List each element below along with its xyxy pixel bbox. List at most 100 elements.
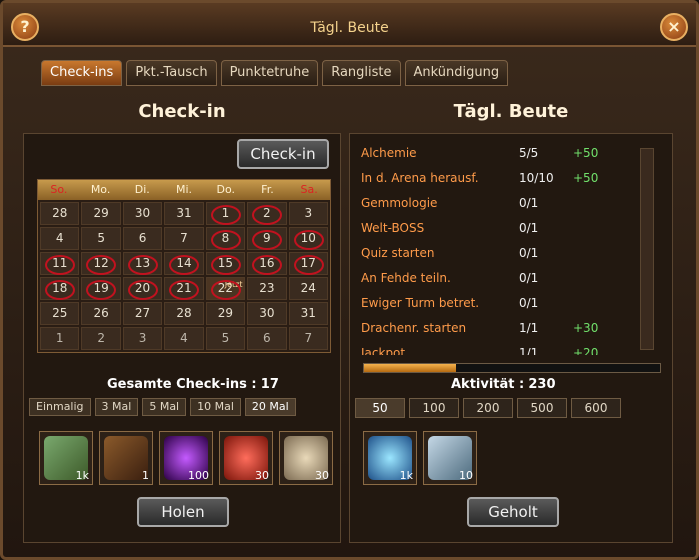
task-points: +50 bbox=[573, 146, 599, 160]
reward-item[interactable]: 1k bbox=[363, 431, 417, 485]
task-list: Alchemie 5/5 +50 In d. Arena herausf. 10/10… bbox=[361, 141, 639, 355]
daily-loot-window: Tägl. Beute ? × Check-ins Pkt.-Tausch Pu… bbox=[0, 0, 699, 560]
day-cell: 28 bbox=[40, 202, 80, 225]
weekday-header: So. Mo. Di. Mi. Do. Fr. Sa. bbox=[38, 180, 330, 200]
day-cell: 15 bbox=[205, 252, 246, 275]
tier-50[interactable]: 50 bbox=[355, 398, 405, 418]
tier-600[interactable]: 600 bbox=[571, 398, 621, 418]
day-cell: 30 bbox=[122, 202, 163, 225]
task-name: Ewiger Turm betret. bbox=[361, 296, 480, 310]
subtab-once[interactable]: Einmalig bbox=[29, 398, 91, 416]
reward-item[interactable]: 30 bbox=[219, 431, 273, 485]
reward-count: 1k bbox=[399, 469, 413, 482]
activity-progress-fill bbox=[364, 364, 456, 372]
activity-summary: Aktivität : 230 bbox=[451, 377, 556, 392]
task-name: In d. Arena herausf. bbox=[361, 171, 479, 185]
summary-label: Gesamte Check-ins : bbox=[107, 377, 257, 392]
day-cell: 3 bbox=[288, 202, 328, 225]
checkin-reward-tabs: Einmalig 3 Mal 5 Mal 10 Mal 20 Mal bbox=[29, 398, 296, 416]
reward-item[interactable]: 10 bbox=[423, 431, 477, 485]
day-cell: 18 bbox=[40, 277, 80, 300]
tab-check-ins[interactable]: Check-ins bbox=[41, 60, 123, 86]
tier-100[interactable]: 100 bbox=[409, 398, 459, 418]
day-cell: 27 bbox=[122, 302, 163, 325]
day-cell: 24 bbox=[288, 277, 328, 300]
day-number: 22 bbox=[217, 281, 234, 295]
day-cell: 31 bbox=[164, 202, 204, 225]
weekday-fri: Fr. bbox=[261, 183, 274, 196]
day-cell: 23 bbox=[247, 277, 287, 300]
today-marker: Jetzt bbox=[224, 280, 243, 289]
day-cell: 14 bbox=[164, 252, 204, 275]
checkin-button[interactable]: Check-in bbox=[237, 139, 329, 169]
day-cell: 29 bbox=[81, 202, 121, 225]
day-cell: 12 bbox=[81, 252, 121, 275]
window-title: Tägl. Beute bbox=[310, 20, 389, 36]
reward-item[interactable]: 30 bbox=[279, 431, 333, 485]
day-cell: 10 bbox=[288, 227, 328, 250]
task-row: Alchemie 5/5 +50 bbox=[361, 141, 639, 166]
day-cell: 5 bbox=[205, 327, 246, 350]
day-cell: 6 bbox=[247, 327, 287, 350]
day-cell: 2 bbox=[247, 202, 287, 225]
reward-count: 10 bbox=[459, 469, 473, 482]
task-count: 5/5 bbox=[519, 146, 539, 160]
task-name: Drachenr. starten bbox=[361, 321, 467, 335]
activity-value: 230 bbox=[528, 377, 556, 392]
task-points bbox=[573, 191, 627, 216]
reward-item[interactable]: 1 bbox=[99, 431, 153, 485]
claim-button[interactable]: Holen bbox=[137, 497, 229, 527]
task-scrollbar[interactable] bbox=[640, 148, 654, 350]
activity-tier-tabs: 50 100 200 500 600 bbox=[355, 398, 621, 418]
day-cell: 5 bbox=[81, 227, 121, 250]
reward-item[interactable]: 100 bbox=[159, 431, 213, 485]
task-count: 0/1 bbox=[519, 196, 539, 210]
task-count: 1/1 bbox=[519, 321, 539, 335]
reward-count: 1k bbox=[75, 469, 89, 482]
day-cell: 3 bbox=[122, 327, 163, 350]
day-cell: 8 bbox=[205, 227, 246, 250]
day-cell: 6 bbox=[122, 227, 163, 250]
day-cell: 1 bbox=[40, 327, 80, 350]
subtab-3[interactable]: 3 Mal bbox=[94, 398, 139, 416]
task-points bbox=[573, 241, 627, 266]
claimed-button[interactable]: Geholt bbox=[467, 497, 559, 527]
tier-200[interactable]: 200 bbox=[463, 398, 513, 418]
reward-item[interactable]: 1k bbox=[39, 431, 93, 485]
close-button[interactable]: × bbox=[660, 13, 688, 41]
subtab-20[interactable]: 20 Mal bbox=[244, 398, 296, 416]
day-cell: 13 bbox=[122, 252, 163, 275]
day-cell: 31 bbox=[288, 302, 328, 325]
weekday-wed: Mi. bbox=[175, 183, 193, 196]
day-cell: 25 bbox=[40, 302, 80, 325]
tab-announcement[interactable]: Ankündigung bbox=[404, 60, 509, 86]
task-count: 0/1 bbox=[519, 221, 539, 235]
subtab-10[interactable]: 10 Mal bbox=[190, 398, 241, 416]
weekday-mon: Mo. bbox=[90, 183, 111, 196]
task-row: Quiz starten 0/1 bbox=[361, 241, 639, 266]
title-bar: Tägl. Beute ? × bbox=[3, 3, 696, 47]
task-count: 1/1 bbox=[519, 346, 539, 355]
task-points: +30 bbox=[573, 321, 599, 335]
calendar-grid: 28 29 30 31 1 2 3 4 5 6 7 8 9 10 11 12 13 14 15 16 17 18 19… bbox=[38, 200, 330, 352]
weekday-tue: Di. bbox=[134, 183, 150, 196]
subtab-5[interactable]: 5 Mal bbox=[142, 398, 187, 416]
checkin-rewards: 1k 1 100 30 30 bbox=[39, 431, 333, 485]
task-count: 0/1 bbox=[519, 246, 539, 260]
activity-rewards: 1k 10 bbox=[363, 431, 477, 485]
tab-points-chest[interactable]: Punktetruhe bbox=[220, 60, 319, 86]
task-name: Quiz starten bbox=[361, 246, 435, 260]
day-cell-today[interactable]: 22 Jetzt bbox=[205, 277, 246, 300]
tab-points-exchange[interactable]: Pkt.-Tausch bbox=[126, 60, 217, 86]
task-points bbox=[573, 291, 627, 316]
weekday-sun: So. bbox=[50, 183, 68, 196]
tier-500[interactable]: 500 bbox=[517, 398, 567, 418]
help-button[interactable]: ? bbox=[11, 13, 39, 41]
task-points: +20 bbox=[573, 346, 599, 355]
task-points: +50 bbox=[573, 171, 599, 185]
task-row: Drachenr. starten 1/1 +30 bbox=[361, 316, 639, 341]
task-name: Welt-BOSS bbox=[361, 221, 425, 235]
day-cell: 4 bbox=[164, 327, 204, 350]
task-row: An Fehde teiln. 0/1 bbox=[361, 266, 639, 291]
tab-ranking[interactable]: Rangliste bbox=[322, 60, 401, 86]
